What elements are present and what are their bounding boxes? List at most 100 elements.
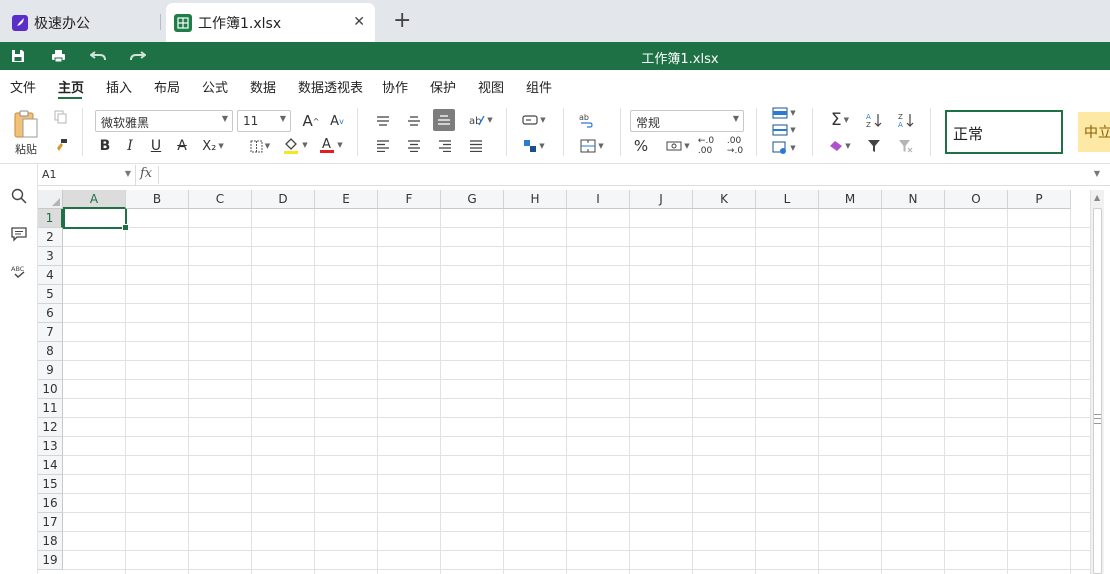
paste-label[interactable]: 粘贴: [12, 142, 40, 156]
delete-cells-icon[interactable]: ▼: [768, 122, 800, 138]
tab-home[interactable]: 极速办公: [0, 3, 160, 42]
align-left-icon[interactable]: [373, 136, 393, 156]
bold-button[interactable]: B: [96, 136, 114, 156]
function-icon[interactable]: fx: [140, 166, 152, 181]
subscript-button[interactable]: X₂ ▼: [198, 136, 228, 156]
italic-button[interactable]: I: [121, 136, 139, 156]
align-right-icon[interactable]: [435, 136, 455, 156]
row-header-8[interactable]: 8: [38, 342, 63, 361]
sort-ascending-icon[interactable]: AZ: [864, 109, 884, 131]
paste-icon[interactable]: [10, 108, 42, 140]
column-header-b[interactable]: B: [126, 190, 189, 209]
insert-cells-icon[interactable]: ▼: [768, 105, 800, 121]
row-header-14[interactable]: 14: [38, 456, 63, 475]
autosum-button[interactable]: Σ ▼: [824, 109, 856, 131]
scrollbar-thumb[interactable]: [1093, 208, 1102, 574]
row-header-5[interactable]: 5: [38, 285, 63, 304]
name-box[interactable]: A1 ▼: [38, 165, 136, 185]
align-center-icon[interactable]: [404, 136, 424, 156]
row-header-3[interactable]: 3: [38, 247, 63, 266]
row-header-6[interactable]: 6: [38, 304, 63, 323]
decrease-decimal-icon[interactable]: .00 →.0: [725, 136, 745, 156]
strikethrough-button[interactable]: A: [173, 136, 191, 156]
number-format-select[interactable]: 常规 ▼: [630, 110, 744, 132]
row-header-17[interactable]: 17: [38, 513, 63, 532]
column-header-j[interactable]: J: [630, 190, 693, 209]
column-header-g[interactable]: G: [441, 190, 504, 209]
search-icon[interactable]: [9, 186, 29, 206]
menu-insert[interactable]: 插入: [106, 77, 132, 96]
column-header-i[interactable]: I: [567, 190, 630, 209]
tab-workbook[interactable]: 工作簿1.xlsx ✕: [166, 3, 375, 42]
formula-input[interactable]: [162, 166, 1082, 184]
row-header-7[interactable]: 7: [38, 323, 63, 342]
row-header-9[interactable]: 9: [38, 361, 63, 380]
column-header-f[interactable]: F: [378, 190, 441, 209]
fill-color-icon[interactable]: ▼: [280, 134, 310, 156]
copy-icon[interactable]: [52, 108, 70, 126]
column-header-p[interactable]: P: [1008, 190, 1071, 209]
vertical-scrollbar[interactable]: ▲: [1090, 190, 1104, 574]
filter-icon[interactable]: [864, 136, 884, 156]
font-size-select[interactable]: 11 ▼: [237, 110, 291, 132]
expand-formula-icon[interactable]: ▼: [1094, 169, 1100, 178]
column-header-d[interactable]: D: [252, 190, 315, 209]
row-header-4[interactable]: 4: [38, 266, 63, 285]
insert-field-icon[interactable]: ▼: [518, 109, 550, 131]
menu-formula[interactable]: 公式: [202, 77, 228, 96]
active-cell-a1[interactable]: [63, 209, 129, 231]
percent-button[interactable]: %: [630, 136, 652, 156]
column-header-o[interactable]: O: [945, 190, 1008, 209]
align-bottom-icon[interactable]: [433, 109, 455, 131]
decrease-font-icon[interactable]: Av: [326, 110, 348, 132]
menu-collaborate[interactable]: 协作: [382, 77, 408, 96]
row-header-12[interactable]: 12: [38, 418, 63, 437]
format-cells-icon[interactable]: ▼: [768, 140, 800, 156]
cell-style-icon[interactable]: ▼: [518, 135, 550, 157]
clear-filter-icon[interactable]: [896, 136, 916, 156]
increase-font-icon[interactable]: A ^: [300, 110, 322, 132]
column-header-c[interactable]: C: [189, 190, 252, 209]
currency-format-icon[interactable]: ▼: [662, 136, 694, 156]
row-header-18[interactable]: 18: [38, 532, 63, 551]
scroll-up-icon[interactable]: ▲: [1094, 193, 1100, 202]
menu-home[interactable]: 主页: [58, 77, 84, 96]
font-name-select[interactable]: 微软雅黑 ▼: [95, 110, 233, 132]
row-header-10[interactable]: 10: [38, 380, 63, 399]
sort-descending-icon[interactable]: ZA: [896, 109, 916, 131]
menu-components[interactable]: 组件: [526, 77, 552, 96]
add-tab-button[interactable]: +: [393, 9, 411, 33]
menu-data[interactable]: 数据: [250, 77, 276, 96]
column-header-k[interactable]: K: [693, 190, 756, 209]
close-icon[interactable]: ✕: [353, 14, 365, 30]
merge-cells-icon[interactable]: ▼: [576, 135, 608, 157]
menu-pivot-table[interactable]: 数据透视表: [298, 77, 363, 96]
style-normal-preset[interactable]: 正常: [945, 110, 1063, 154]
style-neutral-preset[interactable]: 中立: [1078, 112, 1110, 152]
column-header-m[interactable]: M: [819, 190, 882, 209]
spellcheck-icon[interactable]: ABC: [9, 262, 29, 282]
menu-view[interactable]: 视图: [478, 77, 504, 96]
row-header-13[interactable]: 13: [38, 437, 63, 456]
column-header-a[interactable]: A: [63, 190, 126, 209]
menu-layout[interactable]: 布局: [154, 77, 180, 96]
comment-icon[interactable]: [9, 224, 29, 244]
menu-protect[interactable]: 保护: [430, 77, 456, 96]
cell-area[interactable]: [63, 209, 1090, 574]
increase-decimal-icon[interactable]: ←.0.00: [696, 136, 716, 156]
align-justify-icon[interactable]: [466, 136, 486, 156]
column-header-l[interactable]: L: [756, 190, 819, 209]
wrap-text-icon[interactable]: ab: [576, 109, 596, 131]
select-all-button[interactable]: [38, 190, 63, 209]
font-color-icon[interactable]: A ▼: [316, 134, 346, 156]
row-header-1[interactable]: 1: [38, 209, 63, 228]
borders-icon[interactable]: ▼: [246, 136, 274, 156]
column-header-h[interactable]: H: [504, 190, 567, 209]
text-orientation-icon[interactable]: ab ▼: [466, 109, 496, 131]
row-header-19[interactable]: 19: [38, 551, 63, 570]
row-header-16[interactable]: 16: [38, 494, 63, 513]
column-header-e[interactable]: E: [315, 190, 378, 209]
underline-button[interactable]: U: [147, 136, 165, 156]
row-header-2[interactable]: 2: [38, 228, 63, 247]
clear-icon[interactable]: ▼: [824, 136, 856, 156]
